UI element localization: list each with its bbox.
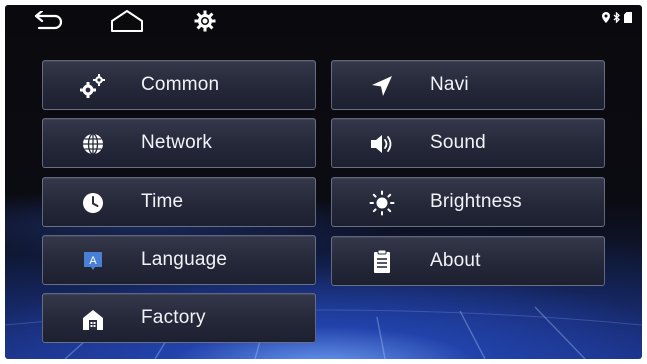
- factory-home-icon: [83, 310, 103, 330]
- menu-label: Brightness: [430, 191, 522, 212]
- gears-icon: [80, 74, 105, 98]
- menu-item-navi[interactable]: Navi: [331, 60, 605, 110]
- menu-item-brightness[interactable]: Brightness: [331, 177, 605, 227]
- menu-item-time[interactable]: Time: [42, 177, 316, 227]
- speaker-icon: [371, 135, 392, 153]
- menu-item-about[interactable]: About: [331, 236, 605, 286]
- settings-gear-icon[interactable]: [194, 10, 216, 37]
- menu-label: Network: [141, 132, 213, 153]
- sd-card-icon: [624, 12, 632, 23]
- menu-label: Common: [141, 74, 220, 95]
- status-bar: [602, 12, 632, 23]
- menu-label: Language: [141, 249, 228, 270]
- clock-icon: [83, 193, 103, 213]
- menu-label: About: [430, 250, 481, 271]
- menu-label: Sound: [430, 132, 486, 153]
- language-icon: A: [84, 252, 102, 270]
- menu-item-sound[interactable]: Sound: [331, 118, 605, 168]
- clipboard-icon: [374, 249, 390, 273]
- svg-text:A: A: [89, 255, 97, 267]
- menu-label: Navi: [430, 74, 469, 95]
- brightness-icon: [369, 190, 395, 216]
- menu-item-common[interactable]: Common: [42, 60, 316, 110]
- navigation-arrow-icon: [372, 76, 392, 96]
- menu-label: Time: [141, 191, 184, 212]
- menu-label: Factory: [141, 307, 206, 328]
- menu-item-factory[interactable]: Factory: [42, 293, 316, 343]
- location-pin-icon: [602, 12, 610, 23]
- settings-screen: Common Network Time A Language Factory N…: [5, 5, 642, 359]
- globe-icon: [83, 133, 103, 155]
- back-icon[interactable]: [31, 9, 65, 38]
- menu-item-language[interactable]: A Language: [42, 235, 316, 285]
- bluetooth-icon: [613, 12, 620, 23]
- menu-item-network[interactable]: Network: [42, 118, 316, 168]
- home-icon[interactable]: [109, 9, 145, 38]
